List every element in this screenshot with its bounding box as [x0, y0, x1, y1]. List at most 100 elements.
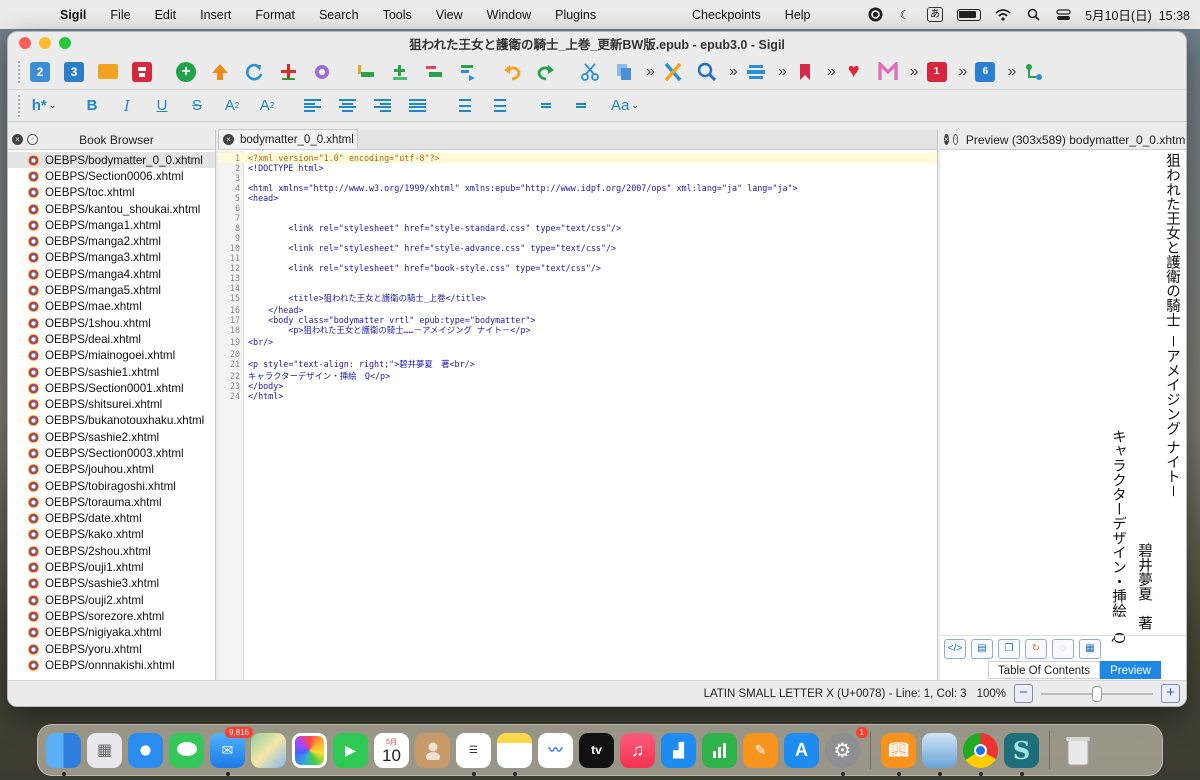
preview-page[interactable]: 狙われた王女と護衛の騎士 －アメイジング ナイト－ 碧井夢夏 著 キャラクターデ…: [940, 151, 1186, 644]
code-line[interactable]: 8 <link rel="stylesheet" href="style-sta…: [218, 223, 937, 233]
file-list-item[interactable]: OEBPS/manga3.xhtml: [8, 250, 215, 266]
code-line[interactable]: 11: [218, 253, 937, 263]
toolbar-overflow-icon[interactable]: »: [729, 63, 738, 81]
strikethrough-button[interactable]: S: [182, 93, 212, 119]
calendar-icon[interactable]: 5月 10: [374, 732, 409, 768]
file-list-item[interactable]: OEBPS/bodymatter_0_0.xhtml: [8, 152, 215, 169]
sigil-icon[interactable]: S: [1004, 732, 1039, 776]
file-list-item[interactable]: OEBPS/Section0006.xhtml: [8, 168, 215, 184]
code-line[interactable]: 2 <!DOCTYPE html>: [218, 163, 937, 173]
zoom-out-button[interactable]: −: [1014, 684, 1033, 703]
books-icon[interactable]: 📖︎: [881, 732, 916, 776]
superscript-button[interactable]: A2: [252, 93, 282, 119]
control-center-icon[interactable]: [1055, 7, 1071, 23]
code-line[interactable]: 3: [218, 173, 937, 183]
code-line[interactable]: 1 <?xml version="1.0" encoding="utf-8"?>: [218, 153, 937, 163]
code-line[interactable]: 13: [218, 273, 937, 283]
numbered-list-button[interactable]: [482, 93, 512, 119]
code-line[interactable]: 16 </head>: [218, 305, 937, 315]
reload-icon[interactable]: ↻: [1025, 638, 1047, 659]
subscript-button[interactable]: A2: [217, 93, 247, 119]
undo-button[interactable]: [498, 58, 526, 86]
file-list-item[interactable]: OEBPS/ouji1.xhtml: [8, 559, 215, 575]
close-panel-icon[interactable]: ×: [12, 134, 23, 145]
cut-button[interactable]: [576, 58, 604, 86]
file-list-item[interactable]: OEBPS/sashie2.xhtml: [8, 429, 215, 445]
inspect-icon[interactable]: </>: [944, 638, 966, 659]
toolbar-overflow-icon[interactable]: »: [646, 63, 655, 81]
math-icon[interactable]: ◌: [1052, 638, 1074, 659]
float-panel-icon[interactable]: ◦: [952, 134, 958, 145]
file-list-item[interactable]: OEBPS/manga1.xhtml: [8, 217, 215, 233]
indent-button[interactable]: [562, 93, 592, 119]
file-list-item[interactable]: OEBPS/kako.xhtml: [8, 527, 215, 543]
tab-table-of-contents[interactable]: Table Of Contents: [988, 661, 1101, 679]
add-plus-button[interactable]: [386, 58, 414, 86]
file-list-item[interactable]: OEBPS/bukanotouxhaku.xhtml: [8, 413, 215, 429]
new-epub3-button[interactable]: 3: [60, 58, 88, 86]
close-panel-icon[interactable]: ×: [944, 134, 949, 145]
zoom-in-button[interactable]: +: [1161, 684, 1180, 703]
moon-icon[interactable]: ☾: [897, 7, 913, 23]
spotlight-search-icon[interactable]: [1025, 7, 1041, 23]
align-left-button[interactable]: [297, 93, 327, 119]
freeform-icon[interactable]: 〰: [538, 732, 573, 768]
menu-view[interactable]: View: [424, 8, 475, 22]
code-line[interactable]: 20: [218, 349, 937, 359]
zoom-window-button[interactable]: [59, 37, 71, 49]
contacts-icon[interactable]: [415, 732, 450, 768]
code-line[interactable]: 10 <link rel="stylesheet" href="style-ad…: [218, 243, 937, 253]
cross-button[interactable]: [659, 58, 687, 86]
toolbar-grip[interactable]: [18, 94, 21, 117]
align-center-button[interactable]: [332, 93, 362, 119]
new-epub2-button[interactable]: 2: [26, 58, 54, 86]
add-cover-button[interactable]: [274, 58, 302, 86]
code-line[interactable]: 24 </html>: [218, 391, 937, 401]
toolbar-overflow-icon[interactable]: »: [827, 63, 836, 81]
messages-icon[interactable]: [169, 732, 204, 768]
toolbar-overflow-icon[interactable]: »: [778, 63, 787, 81]
numbers-icon[interactable]: [702, 732, 737, 768]
save-button[interactable]: [128, 58, 156, 86]
code-line[interactable]: 17 <body class="bodymatter vrtl" epub:ty…: [218, 315, 937, 325]
file-list-item[interactable]: OEBPS/Section0003.xhtml: [8, 445, 215, 461]
appstore-icon[interactable]: A: [784, 732, 819, 768]
code-line[interactable]: 12 <link rel="stylesheet" href="book-sty…: [218, 263, 937, 273]
heading-dropdown[interactable]: h* ⌄: [26, 93, 62, 119]
file-list-item[interactable]: OEBPS/onnnakishi.xhtml: [8, 657, 215, 673]
menu-plugins[interactable]: Plugins: [543, 8, 608, 22]
menu-format[interactable]: Format: [243, 8, 307, 22]
music-icon[interactable]: ♫: [620, 732, 655, 768]
preview-icon[interactable]: [922, 732, 957, 776]
menu-checkpoints[interactable]: Checkpoints: [680, 8, 773, 22]
tab-preview[interactable]: Preview: [1100, 661, 1161, 679]
outdent-button[interactable]: [527, 93, 557, 119]
justify-button[interactable]: [402, 93, 432, 119]
photos-icon[interactable]: [292, 732, 327, 768]
toolbar-overflow-icon[interactable]: »: [910, 63, 919, 81]
italic-button[interactable]: I: [112, 93, 142, 119]
file-list-item[interactable]: OEBPS/yoru.xhtml: [8, 641, 215, 657]
close-tab-icon[interactable]: ×: [223, 134, 234, 145]
open-button[interactable]: [94, 58, 122, 86]
file-list-item[interactable]: OEBPS/sashie1.xhtml: [8, 364, 215, 380]
underline-button[interactable]: U: [147, 93, 177, 119]
copy-button[interactable]: [610, 58, 638, 86]
bullet-list-button[interactable]: [447, 93, 477, 119]
file-list-item[interactable]: OEBPS/Section0001.xhtml: [8, 380, 215, 396]
notes-icon[interactable]: [497, 732, 532, 776]
align-right-button[interactable]: [367, 93, 397, 119]
file-list-item[interactable]: OEBPS/toc.xhtml: [8, 185, 215, 201]
facetime-icon[interactable]: ▶: [333, 732, 368, 768]
code-line[interactable]: 6: [218, 203, 937, 213]
file-list-item[interactable]: OEBPS/tobiragoshi.xhtml: [8, 478, 215, 494]
editor-tab[interactable]: × bodymatter_0_0.xhtml: [218, 129, 358, 149]
code-line[interactable]: 15 <title>狙われた王女と護衛の騎士_上巻</title>: [218, 293, 937, 303]
file-list-item[interactable]: OEBPS/ouji2.xhtml: [8, 592, 215, 608]
menu-help[interactable]: Help: [773, 8, 823, 22]
file-list-item[interactable]: OEBPS/nigiyaka.xhtml: [8, 625, 215, 641]
menu-search[interactable]: Search: [307, 8, 371, 22]
battery-icon[interactable]: [957, 8, 982, 21]
code-line[interactable]: 7: [218, 213, 937, 223]
add-existing-button[interactable]: [206, 58, 234, 86]
